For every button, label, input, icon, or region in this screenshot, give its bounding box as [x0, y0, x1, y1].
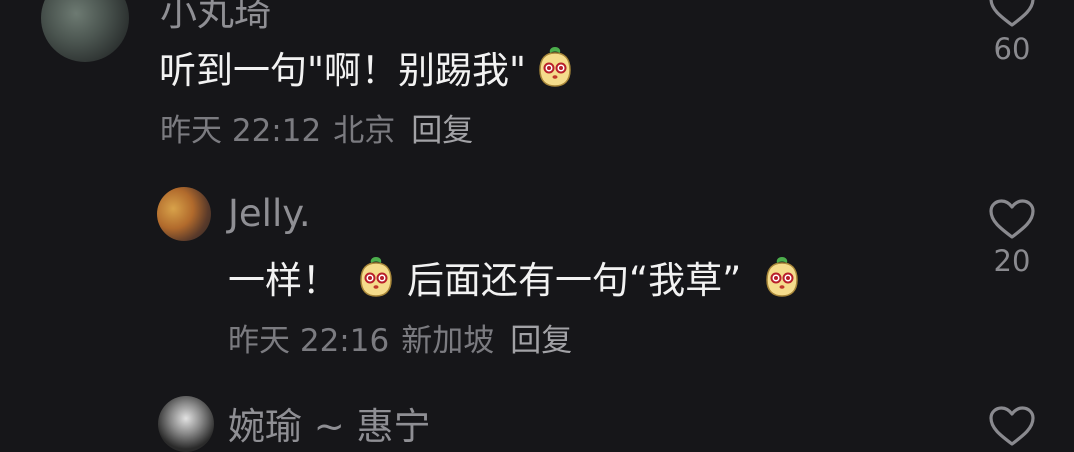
- like-button[interactable]: 60: [982, 0, 1042, 66]
- like-button[interactable]: [982, 405, 1042, 447]
- comment-text-content: 一样！: [228, 259, 339, 302]
- reply-button[interactable]: 回复: [510, 315, 572, 360]
- comment-meta: 昨天 22:16 新加坡 回复: [228, 315, 572, 360]
- bun-face-emoji-icon: [353, 254, 399, 300]
- like-count: 60: [993, 32, 1031, 66]
- comment-username[interactable]: 小丸琦: [160, 0, 271, 36]
- comment-username[interactable]: Jelly.: [228, 192, 311, 235]
- bun-face-emoji-icon: [532, 44, 578, 90]
- avatar[interactable]: [41, 0, 129, 62]
- heart-icon[interactable]: [988, 0, 1036, 28]
- comment-meta: 昨天 22:12 北京 回复: [160, 105, 473, 150]
- comment-username[interactable]: 婉瑜 ~ 惠宁: [228, 396, 431, 450]
- comment-location: 新加坡: [401, 323, 495, 359]
- bun-face-emoji-icon: [759, 254, 805, 300]
- like-count: 20: [993, 244, 1031, 278]
- comment-text-content: 听到一句"啊！别踢我": [159, 49, 527, 92]
- heart-icon[interactable]: [988, 198, 1036, 240]
- comment-text: 一样！ 后面还有一句“我草”: [228, 250, 805, 304]
- comment-location: 北京: [333, 113, 396, 149]
- comment-time: 昨天 22:16: [228, 323, 390, 359]
- reply-button[interactable]: 回复: [411, 105, 473, 150]
- avatar[interactable]: [157, 187, 211, 241]
- avatar[interactable]: [158, 396, 214, 452]
- comment-text-content: 后面还有一句“我草”: [407, 259, 742, 302]
- like-button[interactable]: 20: [982, 198, 1042, 278]
- comment-text: 听到一句"啊！别踢我": [159, 40, 578, 94]
- heart-icon[interactable]: [988, 405, 1036, 447]
- comment-time: 昨天 22:12: [160, 113, 322, 149]
